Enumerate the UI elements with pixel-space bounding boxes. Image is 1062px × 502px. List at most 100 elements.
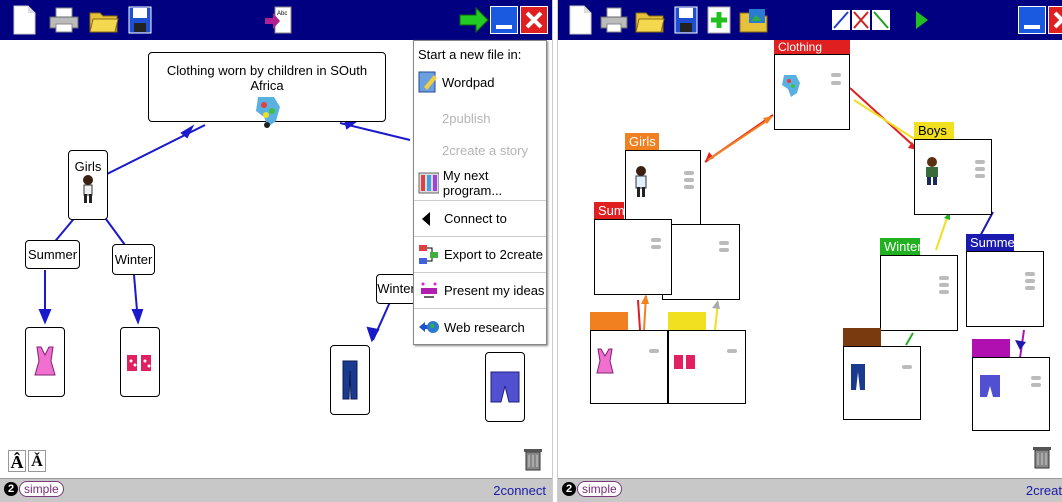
- logo-text: simple: [19, 481, 64, 497]
- menu-item-present-ideas[interactable]: Present my ideas: [414, 273, 546, 309]
- page-card-gloves[interactable]: [668, 330, 746, 404]
- text-placeholder-icon: [939, 283, 949, 287]
- africa-map-icon: [256, 97, 280, 128]
- gloves-icon: [127, 355, 151, 371]
- tag-shorts: [972, 339, 1010, 357]
- new-file-menu: Start a new file in: Wordpad 2publish 2c…: [413, 40, 547, 345]
- africa-map-icon: [782, 75, 800, 97]
- page-card-girls-winter[interactable]: [662, 224, 740, 300]
- page-card-boys-winter[interactable]: [880, 255, 958, 331]
- left-triangle-icon: [422, 211, 430, 226]
- menu-item-wordpad[interactable]: Wordpad: [414, 64, 546, 100]
- text-placeholder-icon: [939, 276, 949, 280]
- page-card-girls[interactable]: [625, 150, 701, 226]
- text-placeholder-icon: [1031, 376, 1041, 380]
- text-placeholder-icon: [651, 245, 661, 249]
- page-card-clothing[interactable]: [774, 54, 850, 130]
- font-smaller-button[interactable]: Ǎ: [28, 450, 46, 472]
- winter-boys-node[interactable]: Winter: [376, 274, 416, 304]
- text-placeholder-icon: [831, 73, 841, 77]
- program-grid-icon: [418, 172, 439, 193]
- menu-item-label: 2publish: [442, 110, 491, 126]
- shorts-icon: [980, 375, 1000, 397]
- menu-item-web-research[interactable]: Web research: [414, 309, 546, 345]
- swimsuit-node[interactable]: [25, 327, 65, 397]
- text-placeholder-icon: [649, 349, 659, 353]
- winter-node-label: Winter: [114, 252, 153, 267]
- text-placeholder-icon: [902, 365, 912, 369]
- swimsuit-icon: [596, 348, 614, 374]
- trousers-icon: [851, 364, 865, 390]
- right-panel-2create: Clothing Girls Boys Summ: [558, 0, 1062, 502]
- menu-item-label: Export to 2create: [444, 247, 543, 262]
- menu-item-label: My next program...: [442, 167, 503, 198]
- app-name: 2connect: [493, 483, 546, 498]
- present-icon: [421, 282, 437, 298]
- text-placeholder-icon: [975, 174, 985, 178]
- winter-node[interactable]: Winter: [112, 244, 155, 275]
- page-card-shorts[interactable]: [972, 357, 1050, 431]
- tag-girls: Girls: [625, 133, 659, 151]
- menu-item-label: Web research: [444, 319, 525, 335]
- text-placeholder-icon: [975, 160, 985, 164]
- menu-item-2create-story[interactable]: 2create a story: [414, 132, 546, 168]
- tag-summer-girls: Summ: [594, 202, 624, 220]
- girl-figure-icon: [635, 166, 647, 197]
- trash-icon[interactable]: [1032, 444, 1052, 473]
- summer-node-label: Summer: [27, 247, 78, 262]
- text-placeholder-icon: [1025, 286, 1035, 290]
- trousers-node[interactable]: [330, 345, 370, 415]
- text-placeholder-icon: [831, 81, 841, 85]
- status-bar: 2 simple 2creat: [558, 478, 1062, 502]
- shorts-node[interactable]: [485, 352, 525, 422]
- text-placeholder-icon: [1031, 383, 1041, 387]
- page-card-trousers[interactable]: [843, 346, 921, 420]
- tag-swimsuit: [590, 312, 628, 330]
- girls-node[interactable]: Girls: [68, 150, 108, 220]
- menu-item-label: Wordpad: [442, 74, 495, 90]
- trousers-icon: [342, 360, 358, 400]
- summer-node[interactable]: Summer: [25, 240, 80, 269]
- menu-item-2publish[interactable]: 2publish: [414, 100, 546, 136]
- menu-item-export-2create[interactable]: Export to 2create: [414, 237, 546, 273]
- menu-item-label: Present my ideas: [444, 283, 545, 298]
- font-larger-button[interactable]: Â: [8, 450, 26, 472]
- girl-figure-icon: [83, 175, 93, 203]
- app-screenshot: Abc Clothing worn by children in SOuth A…: [0, 0, 1062, 502]
- page-card-boys[interactable]: [914, 139, 992, 215]
- logo-number: 2: [562, 482, 576, 496]
- status-bar: 2 simple 2connect: [0, 478, 552, 502]
- text-placeholder-icon: [727, 349, 737, 353]
- root-node-label: Clothing worn by children in SOuth Afric…: [166, 63, 368, 93]
- text-placeholder-icon: [684, 171, 694, 175]
- 2simple-logo: 2 simple: [562, 481, 622, 497]
- gloves-icon: [674, 355, 695, 369]
- app-name: 2creat: [1025, 483, 1062, 498]
- left-panel-2connect: Abc Clothing worn by children in SOuth A…: [0, 0, 552, 502]
- menu-item-next-program[interactable]: My next program...: [414, 165, 546, 201]
- tag-clothing: Clothing: [774, 40, 850, 54]
- text-placeholder-icon: [1025, 279, 1035, 283]
- page-card-swimsuit[interactable]: [590, 330, 668, 404]
- text-placeholder-icon: [651, 238, 661, 242]
- text-placeholder-icon: [684, 178, 694, 182]
- tag-winter-boys: Winter: [880, 238, 922, 256]
- logo-number: 2: [4, 482, 18, 496]
- boy-figure-icon: [926, 157, 938, 185]
- text-placeholder-icon: [719, 248, 729, 252]
- 2simple-logo: 2 simple: [4, 481, 64, 497]
- menu-item-connect-to[interactable]: Connect to: [414, 201, 546, 237]
- gloves-node[interactable]: [120, 327, 160, 397]
- text-placeholder-icon: [1025, 272, 1035, 276]
- swimsuit-icon: [34, 346, 56, 376]
- root-node[interactable]: Clothing worn by children in SOuth Afric…: [148, 52, 386, 128]
- trash-icon[interactable]: [523, 446, 543, 475]
- tag-boys: Boys: [914, 122, 954, 140]
- logo-text: simple: [577, 481, 622, 497]
- page-card-boys-summer[interactable]: [966, 251, 1044, 327]
- export-icon: [419, 244, 438, 264]
- wordpad-icon: [418, 71, 437, 93]
- text-placeholder-icon: [684, 185, 694, 189]
- font-size-buttons: Â Ǎ: [8, 450, 46, 472]
- page-card-girls-summer[interactable]: [594, 219, 672, 295]
